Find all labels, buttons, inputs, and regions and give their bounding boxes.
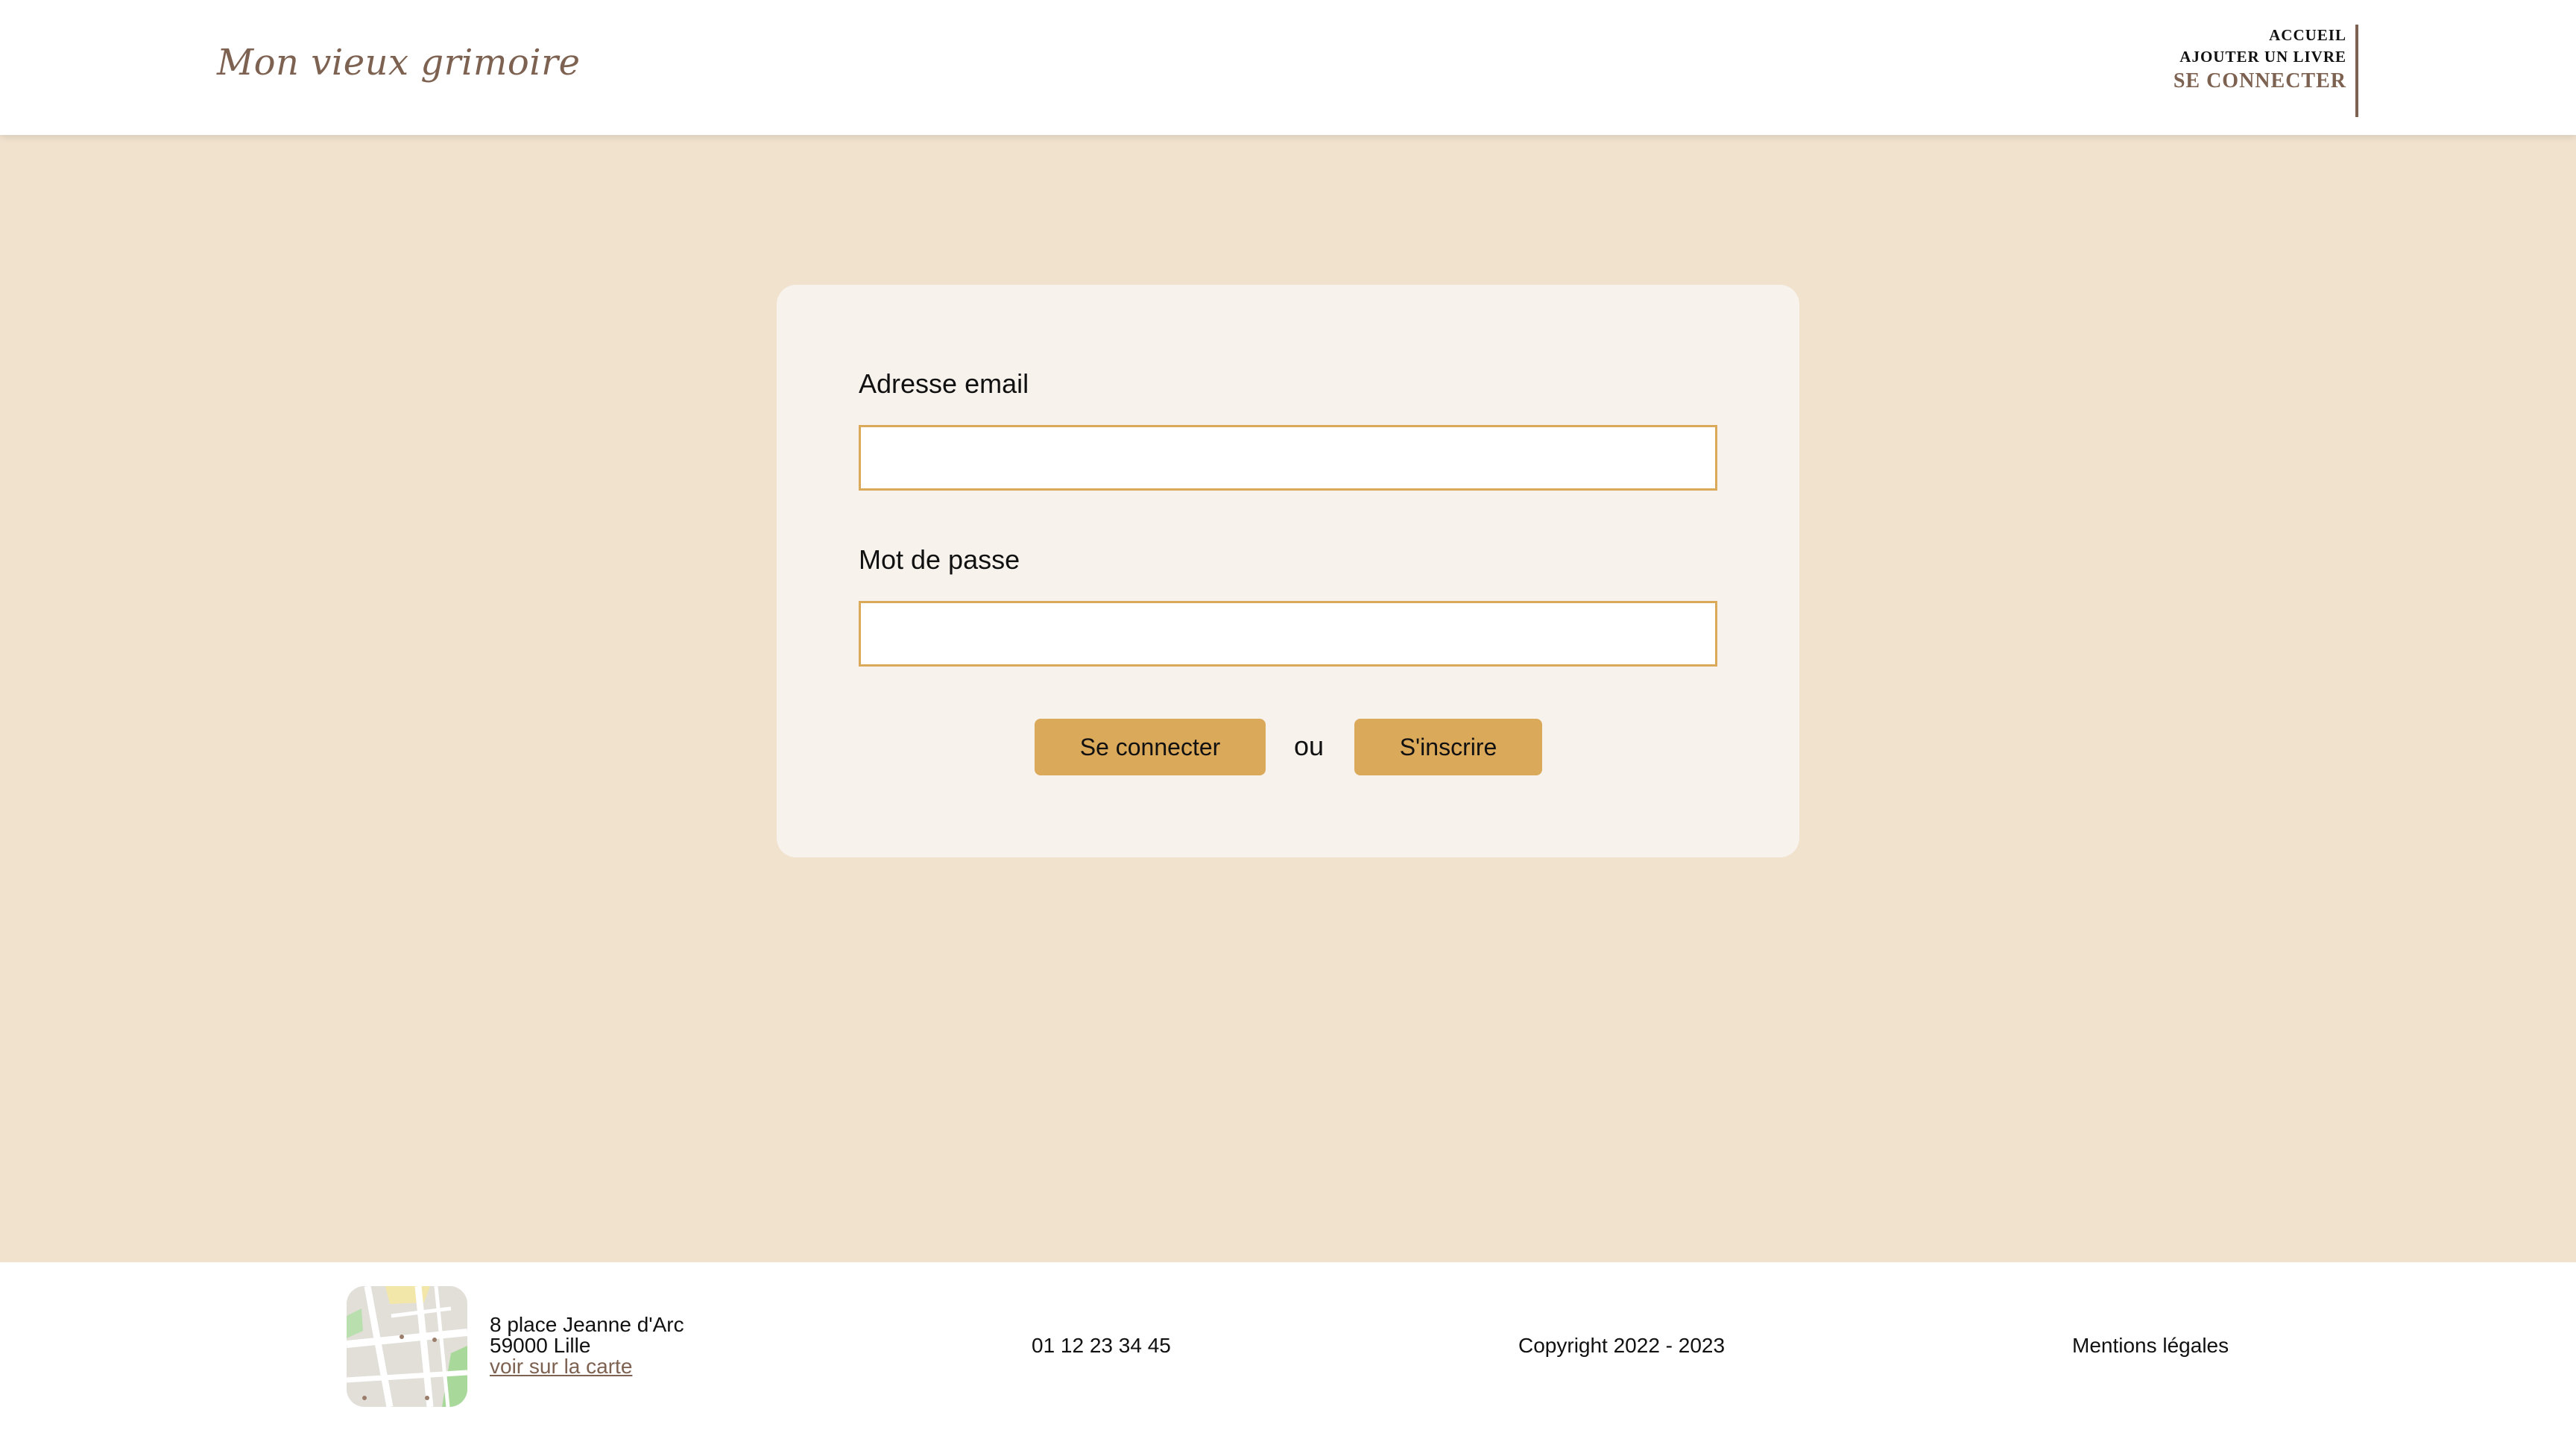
nav-link-accueil[interactable]: ACCUEIL [2269, 25, 2346, 46]
address-line-1: 8 place Jeanne d'Arc [490, 1313, 684, 1336]
map-link[interactable]: voir sur la carte [490, 1355, 632, 1378]
address-block: 8 place Jeanne d'Arc 59000 Lille voir su… [490, 1314, 684, 1377]
copyright-text: Copyright 2022 - 2023 [1518, 1334, 1726, 1357]
address-line-2: 59000 Lille [490, 1334, 591, 1357]
login-button[interactable]: Se connecter [1035, 719, 1266, 775]
email-field[interactable] [859, 425, 1717, 491]
password-label: Mot de passe [859, 544, 1020, 575]
legal-notice-link[interactable]: Mentions légales [2072, 1334, 2229, 1358]
nav-link-ajouter-livre[interactable]: AJOUTER UN LIVRE [2179, 46, 2346, 68]
or-separator: ou [1294, 731, 1325, 761]
site-header: Mon vieux grimoire ACCUEIL AJOUTER UN LI… [0, 0, 2576, 135]
map-thumbnail[interactable] [347, 1286, 467, 1407]
nav-link-se-connecter[interactable]: SE CONNECTER [2174, 68, 2346, 95]
signup-button[interactable]: S'inscrire [1354, 719, 1542, 775]
main-nav: ACCUEIL AJOUTER UN LIVRE SE CONNECTER [2174, 25, 2358, 117]
site-footer: 8 place Jeanne d'Arc 59000 Lille voir su… [0, 1262, 2576, 1430]
map-icon [347, 1286, 467, 1407]
login-form: Adresse email Mot de passe Se connecter … [777, 285, 1799, 857]
phone-number: 01 12 23 34 45 [1032, 1334, 1171, 1357]
email-label: Adresse email [859, 368, 1029, 399]
site-logo[interactable]: Mon vieux grimoire [217, 42, 580, 84]
password-field[interactable] [859, 601, 1717, 667]
